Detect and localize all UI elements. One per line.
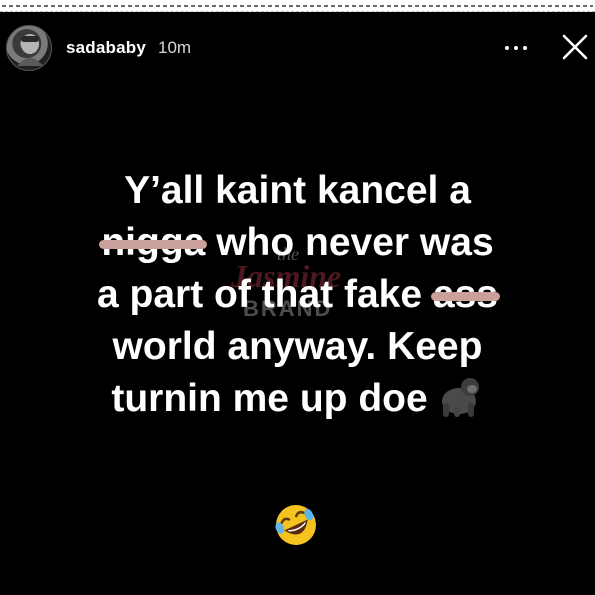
caption-line-4: world anyway. Keep — [112, 325, 483, 368]
story-viewer: sadababy 10m the Jasmine BRAND Y’all kai… — [0, 0, 595, 595]
post-timestamp: 10m — [158, 38, 192, 57]
caption-line-3-start: a part of that fake — [97, 273, 433, 316]
story-caption: Y’all kaint kancel a nigga who never was… — [0, 165, 595, 425]
avatar[interactable] — [6, 25, 52, 71]
caption-line-2-rest: who never was — [205, 221, 494, 264]
caption-line-5: turnin me up doe — [0, 373, 595, 425]
username[interactable]: sadababy — [66, 38, 146, 58]
progress-segment — [2, 5, 593, 7]
rolling-on-floor-laughing-emoji — [275, 505, 316, 545]
caption-line-2: nigga who never was — [0, 217, 595, 269]
caption-line-3: a part of that fake ass — [0, 269, 595, 321]
close-icon[interactable] — [560, 32, 590, 62]
story-header: sadababy 10m — [0, 22, 595, 82]
avatar-image — [17, 34, 43, 66]
gorilla-emoji — [441, 378, 479, 417]
struck-word: nigga — [99, 217, 208, 269]
more-options-icon[interactable] — [503, 36, 529, 56]
caption-line-1: Y’all kaint kancel a — [124, 169, 471, 212]
caption-line-5-text: turnin me up doe — [111, 377, 428, 420]
struck-word: ass — [430, 269, 501, 321]
story-progress-bar — [0, 0, 595, 12]
